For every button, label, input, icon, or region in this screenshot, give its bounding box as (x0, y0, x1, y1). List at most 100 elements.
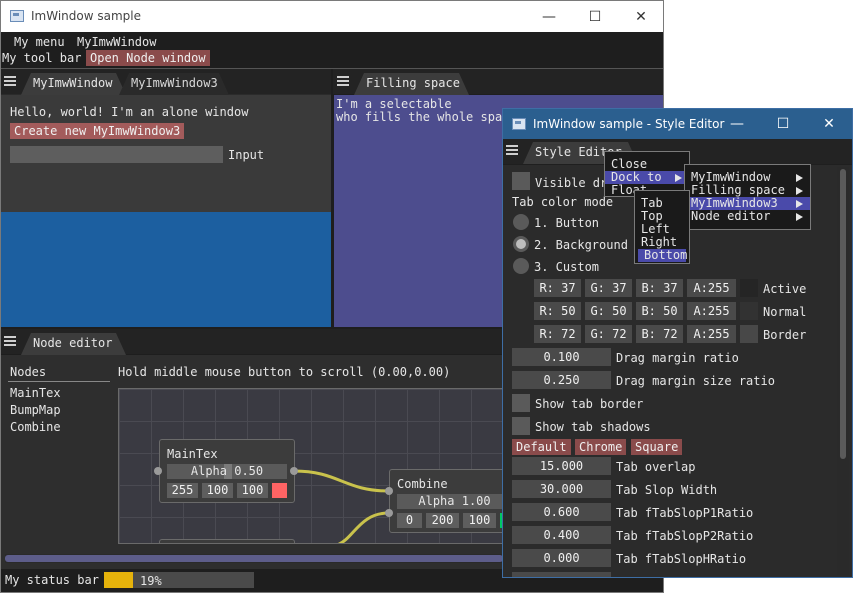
param-field[interactable]: 15.000 (512, 457, 611, 475)
maximize-icon: ☐ (588, 8, 602, 25)
input-pin[interactable] (154, 467, 162, 475)
menu-item-label: Filling space (691, 183, 785, 197)
visible-drag-checkbox[interactable] (512, 172, 530, 190)
r-field[interactable]: R: 50 (534, 302, 581, 320)
a-field[interactable]: A:255 (687, 279, 736, 297)
node-editor-hscroll[interactable] (5, 554, 505, 563)
alpha-slider[interactable]: Alpha 0.50 (167, 464, 287, 479)
b-field[interactable]: 100 (463, 513, 496, 528)
menu-item-myimwwindow[interactable]: MyImwWindow (77, 35, 156, 49)
nodes-divider (8, 381, 110, 382)
maximize-button[interactable]: ☐ (760, 109, 806, 139)
radio-custom[interactable] (513, 258, 529, 274)
preset-default-button[interactable]: Default (512, 439, 571, 455)
tab-node-editor[interactable]: Node editor (21, 333, 126, 355)
g-field[interactable]: G: 72 (585, 325, 632, 343)
color-swatch[interactable] (740, 279, 758, 297)
style-panel-menu-icon[interactable] (506, 145, 518, 155)
close-button[interactable]: ✕ (806, 109, 852, 139)
list-item[interactable]: BumpMap (10, 403, 61, 417)
output-pin[interactable] (290, 467, 298, 475)
left-panel-menu-icon[interactable] (4, 76, 16, 86)
tab-myimwwindow3[interactable]: MyImwWindow3 (119, 73, 229, 95)
scrollbar-thumb[interactable] (840, 169, 846, 459)
node-maintex[interactable]: MainTex Alpha 0.50 255 100 100 (159, 439, 295, 503)
preset-chrome-button[interactable]: Chrome (575, 439, 627, 455)
color-swatch[interactable] (740, 302, 758, 320)
drag-margin-size-field[interactable]: 0.250 (512, 371, 611, 389)
param-label: Tab overlap (616, 460, 696, 474)
link-maintex-combine (293, 469, 390, 493)
param-field[interactable] (512, 572, 611, 577)
color-swatch[interactable] (272, 483, 287, 498)
maximize-button[interactable]: ☐ (572, 1, 618, 32)
input-field[interactable] (10, 146, 223, 163)
menu-item-node-editor[interactable]: Node editor (685, 210, 810, 223)
radio-background[interactable] (513, 236, 529, 252)
r-field[interactable]: R: 37 (534, 279, 581, 297)
chevron-right-icon (796, 200, 803, 208)
list-item[interactable]: MainTex (10, 386, 61, 400)
right-panel-menu-icon[interactable] (337, 76, 349, 86)
node-combine[interactable]: Combine Alpha 1.00 0 200 100 (389, 469, 507, 533)
b-field[interactable]: B: 72 (636, 325, 683, 343)
param-field[interactable]: 30.000 (512, 480, 611, 498)
g-field[interactable]: 100 (202, 483, 233, 498)
b-field[interactable]: 100 (237, 483, 268, 498)
param-label: Tab fTabSlopP1Ratio (616, 506, 754, 520)
input-pin[interactable] (385, 487, 393, 495)
node-title: MainTex (167, 447, 218, 461)
minimize-button[interactable]: — (714, 109, 760, 139)
tab-filling-space[interactable]: Filling space (354, 73, 469, 95)
style-vscroll[interactable] (837, 167, 849, 575)
r-field[interactable]: R: 72 (534, 325, 581, 343)
param-field[interactable]: 0.000 (512, 549, 611, 567)
style-editor-title-bar[interactable]: ImWindow sample - Style Editor — ☐ ✕ (503, 109, 852, 139)
node-editor-menu-icon[interactable] (4, 336, 16, 346)
a-field[interactable]: A:255 (687, 325, 736, 343)
g-field[interactable]: G: 37 (585, 279, 632, 297)
show-tab-border-checkbox[interactable] (512, 394, 530, 412)
b-field[interactable]: B: 50 (636, 302, 683, 320)
open-node-window-button[interactable]: Open Node window (86, 50, 210, 66)
close-button[interactable]: ✕ (618, 1, 664, 32)
param-field[interactable]: 0.400 (512, 526, 611, 544)
g-field[interactable]: G: 50 (585, 302, 632, 320)
minimize-button[interactable]: — (526, 1, 572, 32)
menu-item-bottom[interactable]: Bottom (638, 249, 687, 262)
r-field[interactable]: 0 (397, 513, 422, 528)
input-pin[interactable] (385, 509, 393, 517)
drag-margin-size-label: Drag margin size ratio (616, 374, 775, 388)
scrollbar-thumb[interactable] (5, 555, 503, 562)
close-icon: ✕ (823, 116, 835, 132)
minimize-icon: — (730, 116, 744, 132)
alpha-label: Alpha 0.50 (190, 464, 264, 478)
input-label: Input (228, 148, 265, 162)
create-window-button[interactable]: Create new MyImwWindow3 (10, 123, 185, 139)
color-swatch[interactable] (740, 325, 758, 343)
menu-item-label: Node editor (691, 209, 771, 223)
param-field[interactable]: 0.600 (512, 503, 611, 521)
alpha-slider[interactable]: Alpha 1.00 (397, 494, 507, 509)
g-field[interactable]: 200 (426, 513, 459, 528)
chevron-right-icon (796, 187, 803, 195)
progress-text: 19% (140, 574, 162, 588)
b-field[interactable]: B: 37 (636, 279, 683, 297)
menu-item-my-menu[interactable]: My menu (14, 35, 65, 49)
menu-item-label: MyImwWindow (691, 170, 771, 184)
list-item[interactable]: Combine (10, 420, 61, 434)
show-tab-shadows-label: Show tab shadows (535, 420, 651, 434)
drag-margin-field[interactable]: 0.100 (512, 348, 611, 366)
node-bumpmap[interactable] (159, 539, 295, 543)
color-row-label: Normal (763, 305, 807, 319)
main-title-bar[interactable]: ImWindow sample — ☐ ✕ (1, 1, 663, 32)
node-canvas[interactable]: MainTex Alpha 0.50 255 100 100 Combine A… (118, 388, 508, 544)
a-field[interactable]: A:255 (687, 302, 736, 320)
r-field[interactable]: 255 (167, 483, 198, 498)
tab-myimwwindow[interactable]: MyImwWindow (21, 73, 126, 95)
show-tab-shadows-checkbox[interactable] (512, 417, 530, 435)
param-label: Tab fTabSlopP2Ratio (616, 529, 754, 543)
tab-label: Node editor (33, 336, 113, 350)
preset-square-button[interactable]: Square (631, 439, 683, 455)
radio-button[interactable] (513, 214, 529, 230)
